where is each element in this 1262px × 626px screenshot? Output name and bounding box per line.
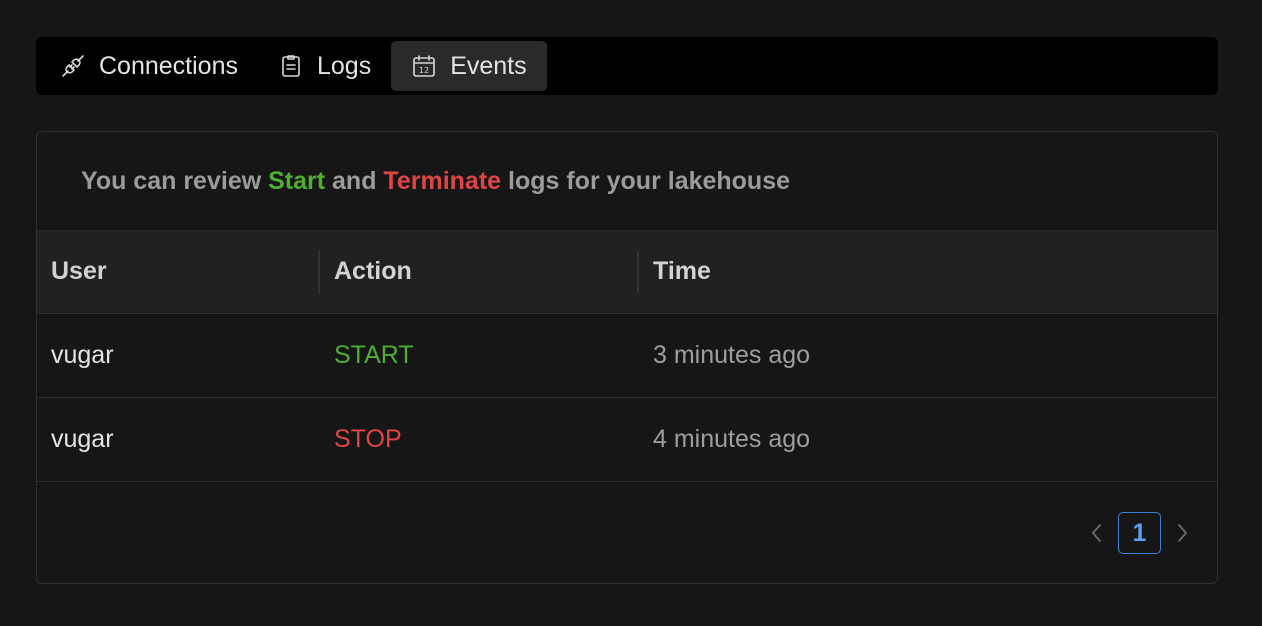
plug-icon xyxy=(60,53,86,79)
prev-page-button[interactable] xyxy=(1076,512,1118,554)
row-user: vugar xyxy=(51,340,114,369)
events-panel: You can review Start and Terminate logs … xyxy=(36,131,1218,584)
column-header-time[interactable]: Time xyxy=(637,231,1217,313)
column-header-user[interactable]: User xyxy=(37,231,318,313)
tab-connections-label: Connections xyxy=(99,51,238,80)
intro-terminate-word: Terminate xyxy=(383,166,502,195)
tab-events[interactable]: 12 Events xyxy=(391,41,547,91)
next-page-button[interactable] xyxy=(1161,512,1203,554)
calendar-icon: 12 xyxy=(411,53,437,79)
intro-prefix: You can review xyxy=(81,166,269,195)
tab-logs-label: Logs xyxy=(316,51,372,80)
tab-bar: Connections Logs 12 Events xyxy=(36,37,1218,95)
column-header-action[interactable]: Action xyxy=(318,231,637,313)
intro-start-word: Start xyxy=(268,166,326,195)
intro-and-word: and xyxy=(325,166,384,195)
table-row: vugar START 3 minutes ago xyxy=(37,313,1217,397)
chevron-left-icon xyxy=(1092,524,1101,542)
chevron-right-icon xyxy=(1178,524,1187,542)
table-header-row: User Action Time xyxy=(37,231,1217,313)
row-action: START xyxy=(334,340,414,369)
tab-events-label: Events xyxy=(450,51,527,80)
events-description: You can review Start and Terminate logs … xyxy=(37,132,1217,231)
row-action: STOP xyxy=(334,424,402,453)
clipboard-icon xyxy=(278,53,304,79)
row-time: 4 minutes ago xyxy=(653,424,811,453)
svg-text:12: 12 xyxy=(419,66,429,75)
pagination: 1 xyxy=(1076,512,1203,554)
row-user: vugar xyxy=(51,424,114,453)
table-row: vugar STOP 4 minutes ago xyxy=(37,397,1217,481)
page-number-button[interactable]: 1 xyxy=(1118,512,1161,554)
tab-connections[interactable]: Connections xyxy=(40,41,258,91)
events-table: User Action Time vugar START 3 minutes a… xyxy=(37,231,1217,482)
tab-logs[interactable]: Logs xyxy=(258,41,391,91)
intro-suffix: logs for your lakehouse xyxy=(501,166,791,195)
row-time: 3 minutes ago xyxy=(653,340,811,369)
